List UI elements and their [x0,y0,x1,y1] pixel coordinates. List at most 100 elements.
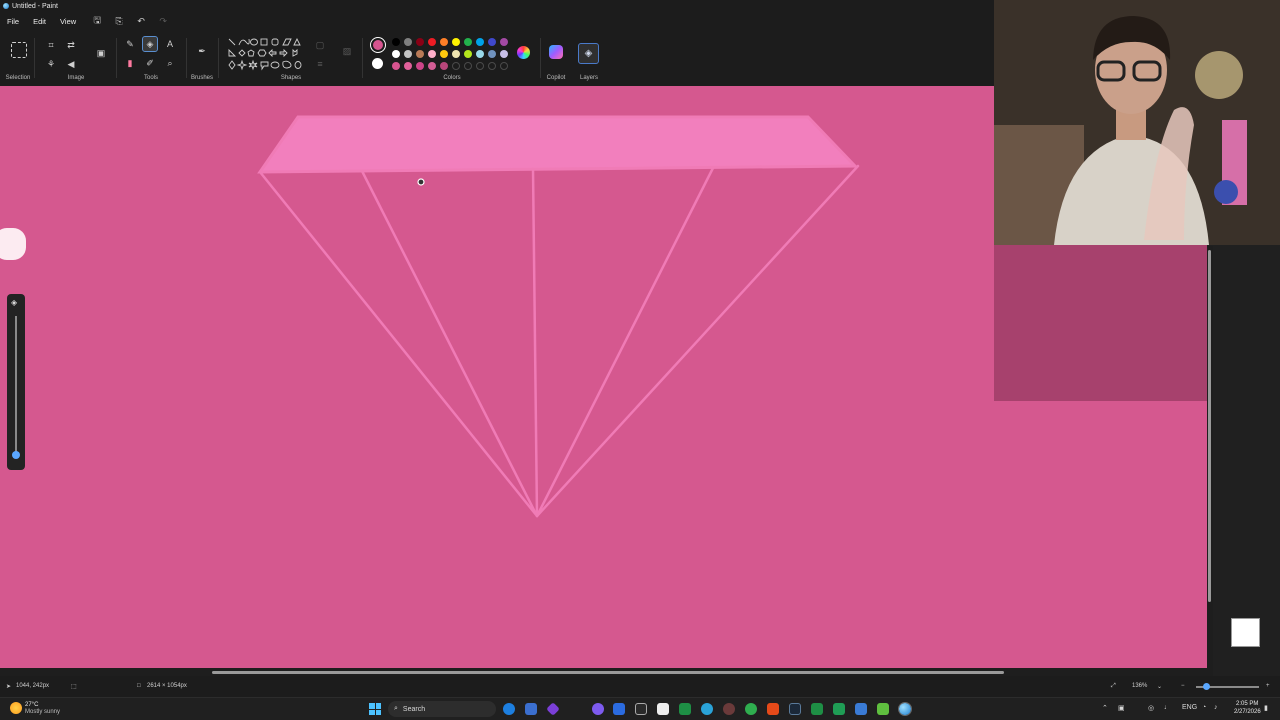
resize-icon[interactable]: ⇄ [64,38,78,52]
obsidian-icon[interactable] [546,702,560,716]
color-swatch[interactable] [488,50,496,58]
notification-icon[interactable]: ▮ [1264,704,1268,712]
clock-date[interactable]: 2/27/2026 [1234,709,1261,715]
magnifier-icon[interactable]: ⌕ [163,56,177,70]
volume-icon[interactable]: ♪ [1214,704,1218,711]
tray-overflow-icon[interactable]: ⌃ [1102,704,1108,712]
zoom-level[interactable]: 136% [1132,683,1147,689]
zoom-slider-thumb[interactable] [1203,683,1210,690]
shape-size-icon[interactable]: ≡ [313,57,327,71]
color-swatch[interactable] [416,62,424,70]
steam-icon[interactable] [789,703,801,715]
color-swatch[interactable] [392,62,400,70]
taskbar-search[interactable]: ⌕ Search [388,701,496,717]
weather-temp[interactable]: 27°C [25,702,38,708]
minecraft-icon[interactable] [877,703,889,715]
wifi-icon[interactable]: ◔ [1202,704,1206,711]
zoom-dropdown-icon[interactable]: ⌄ [1157,683,1162,690]
color-swatch[interactable] [440,62,448,70]
selection-tool-icon[interactable] [11,42,27,58]
color-swatch[interactable] [404,50,412,58]
scrollbar-thumb[interactable] [212,671,1004,674]
obs-icon[interactable] [723,703,735,715]
weather-icon[interactable] [10,702,22,714]
image-select-icon[interactable]: ▣ [94,46,108,60]
brave-icon[interactable] [767,703,779,715]
shape-outline-icon[interactable]: ▢ [313,38,327,52]
copilot-icon[interactable] [549,45,563,59]
menu-view[interactable]: View [60,17,76,26]
color-swatch[interactable] [428,38,436,46]
menu-file[interactable]: File [7,17,19,26]
color-swatch[interactable] [500,62,508,70]
scrollbar-thumb[interactable] [1208,250,1211,602]
color-swatch[interactable] [452,62,460,70]
color-swatch[interactable] [476,50,484,58]
color-swatch[interactable] [476,62,484,70]
edit-colors-icon[interactable] [517,46,530,59]
mail-icon[interactable] [525,703,537,715]
color-swatch[interactable] [416,38,424,46]
color-swatch[interactable] [416,50,424,58]
edge-icon[interactable] [503,703,515,715]
fill-bucket-icon[interactable]: ◈ [142,36,158,52]
color-swatch[interactable] [452,50,460,58]
redo-icon[interactable]: ↷ [156,14,170,28]
telegram-icon[interactable] [701,703,713,715]
color-picker-icon[interactable]: ✐ [143,56,157,70]
clock-time[interactable]: 2:05 PM [1236,701,1258,707]
app-icon[interactable] [613,703,625,715]
color-swatch[interactable] [464,62,472,70]
color-swatch[interactable] [476,38,484,46]
brushes-icon[interactable]: ✒ [195,42,209,60]
color-swatch[interactable] [440,38,448,46]
save-icon[interactable]: 🖫 [90,14,104,28]
discord-icon[interactable] [592,703,604,715]
shape-fill-icon[interactable]: ▨ [340,44,354,58]
app-icon[interactable] [855,703,867,715]
color-swatch[interactable] [464,38,472,46]
microphone-icon[interactable]: ♩ [1164,704,1171,711]
tray-icon[interactable]: ▣ [1118,704,1125,712]
horizontal-scrollbar[interactable] [0,668,1213,676]
xbox-icon[interactable] [811,703,823,715]
color-swatch[interactable] [428,50,436,58]
color-swatch[interactable] [500,50,508,58]
secondary-color-swatch[interactable] [372,58,383,69]
color-swatch[interactable] [440,50,448,58]
slider-thumb[interactable] [12,451,20,459]
color-swatch[interactable] [404,62,412,70]
color-swatch[interactable] [404,38,412,46]
color-swatch[interactable] [428,62,436,70]
chrome-icon[interactable] [745,703,757,715]
color-swatch[interactable] [392,38,400,46]
eraser-icon[interactable]: ▮ [123,56,137,70]
layers-icon[interactable]: ◈ [578,43,599,64]
weather-description[interactable]: Mostly sunny [25,709,60,715]
shapes-gallery[interactable] [226,37,306,71]
game-icon[interactable] [833,703,845,715]
color-swatch[interactable] [488,62,496,70]
menu-edit[interactable]: Edit [33,17,46,26]
undo-icon[interactable]: ↶ [134,14,148,28]
primary-color-swatch[interactable] [370,37,386,53]
brush-size-slider[interactable]: ◈ [7,294,25,470]
color-swatch[interactable] [452,38,460,46]
fit-to-window-icon[interactable]: ⤢ [1111,683,1116,690]
paint-taskbar-icon[interactable] [898,702,912,716]
language-indicator[interactable]: ENG [1182,704,1197,711]
color-swatch[interactable] [464,50,472,58]
capcut-icon[interactable] [635,703,647,715]
pencil-icon[interactable]: ✎ [123,37,137,51]
start-icon[interactable] [369,703,381,715]
zoom-out-icon[interactable]: − [1181,683,1185,689]
excel-icon[interactable] [679,703,691,715]
remove-background-icon[interactable]: ⚘ [44,57,58,71]
tray-icon[interactable]: ◎ [1148,704,1154,712]
share-icon[interactable]: ⎘ [112,14,126,28]
color-swatch[interactable] [392,50,400,58]
text-tool-icon[interactable]: A [163,37,177,51]
notion-icon[interactable] [657,703,669,715]
zoom-in-icon[interactable]: + [1266,683,1270,689]
rotate-icon[interactable]: ◀ [64,57,78,71]
